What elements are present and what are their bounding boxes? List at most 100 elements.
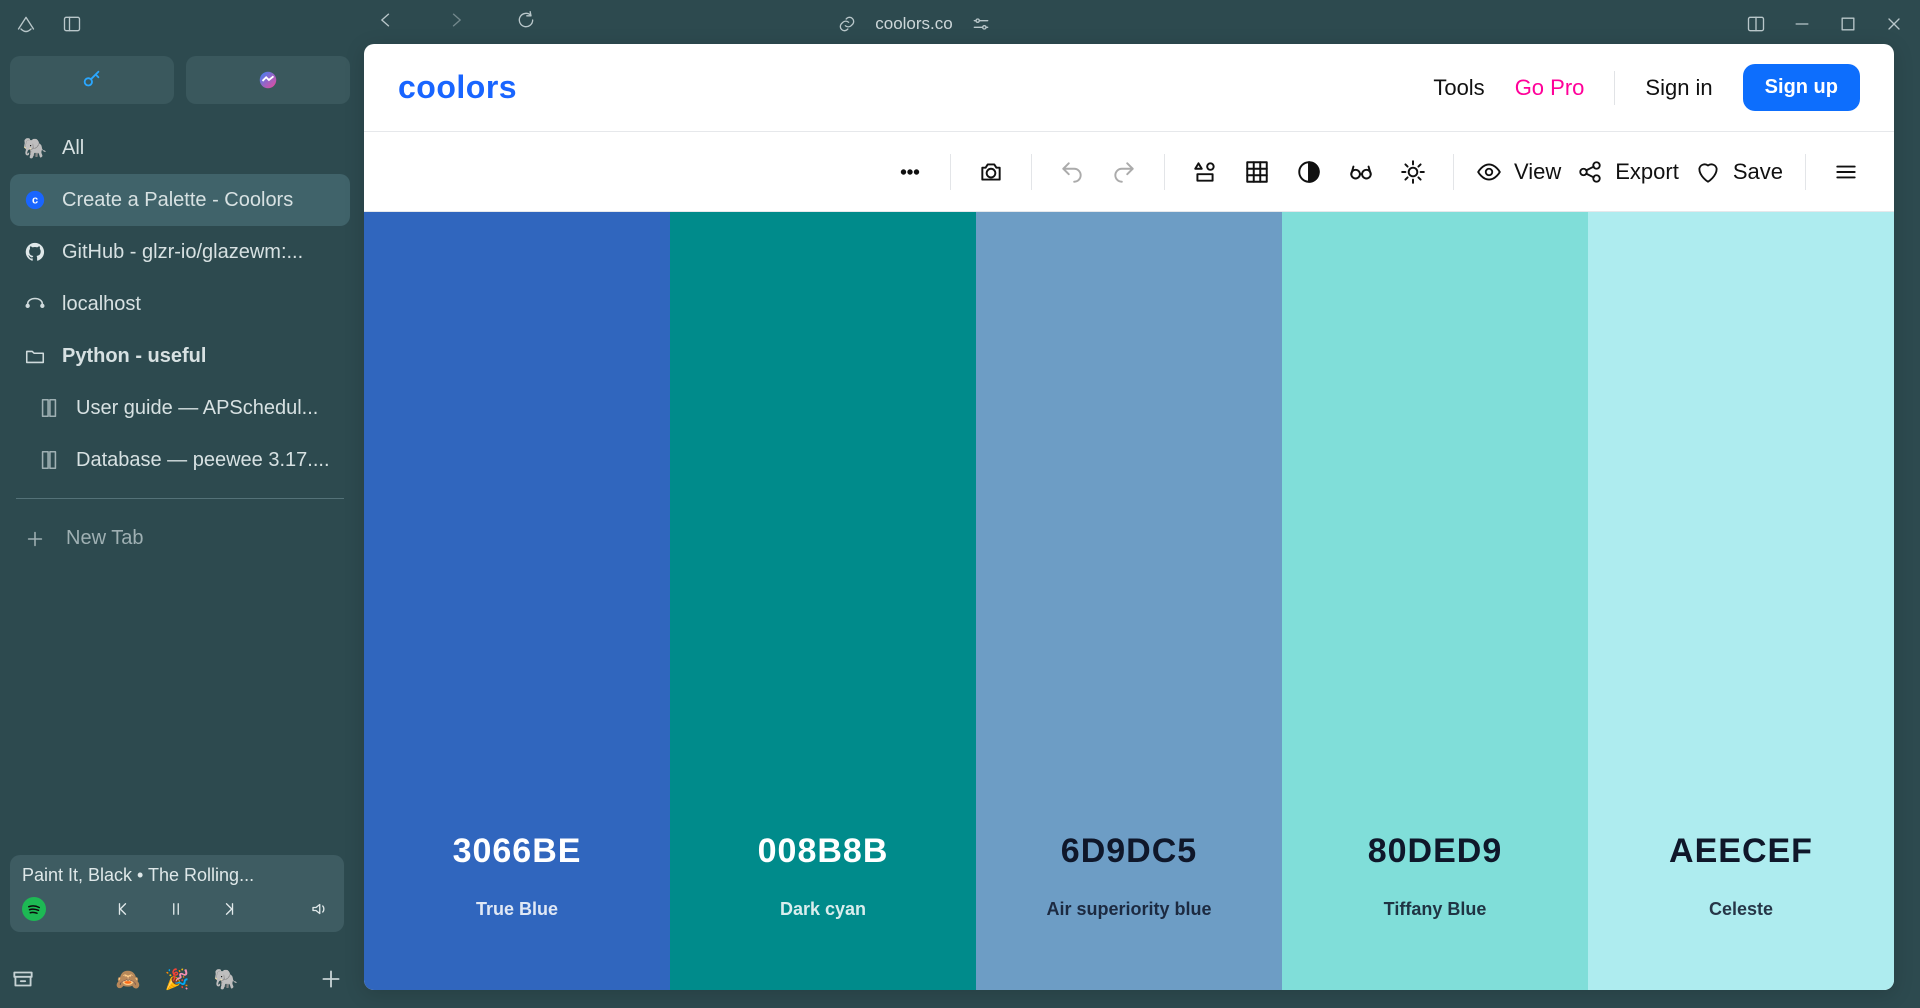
coolors-logo[interactable]: coolors (398, 69, 517, 106)
site-settings-icon[interactable] (967, 10, 995, 38)
browser-titlebar: coolors.co (0, 0, 1920, 48)
swatch-name: True Blue (476, 899, 558, 920)
tab-github[interactable]: GitHub - glzr-io/glazewm:... (10, 226, 350, 278)
window-close-icon[interactable] (1880, 10, 1908, 38)
nav-divider (1614, 71, 1615, 105)
glasses-icon[interactable] (1343, 154, 1379, 190)
app-toolbar: View Export Save (364, 132, 1894, 212)
pinned-key-pill[interactable] (10, 56, 174, 104)
page-content: coolors Tools Go Pro Sign in Sign up Vie… (364, 44, 1894, 990)
doc-icon (38, 449, 60, 471)
swatch-hex[interactable]: 3066BE (453, 832, 582, 871)
redo-icon[interactable] (1106, 154, 1142, 190)
space-emoji-3[interactable]: 🐘 (213, 967, 238, 992)
more-icon[interactable] (892, 154, 928, 190)
view-button[interactable]: View (1476, 159, 1561, 185)
address-url[interactable]: coolors.co (875, 14, 952, 34)
media-prev-icon[interactable] (111, 896, 137, 922)
spotify-icon[interactable] (22, 897, 46, 921)
localhost-icon (24, 293, 46, 315)
save-button[interactable]: Save (1695, 159, 1783, 185)
contrast-icon[interactable] (1291, 154, 1327, 190)
grid-icon[interactable] (1239, 154, 1275, 190)
swatch-name: Air superiority blue (1046, 899, 1211, 920)
space-emoji-1[interactable]: 🙈 (116, 967, 141, 992)
tab-label: Create a Palette - Coolors (62, 189, 293, 212)
nav-gopro[interactable]: Go Pro (1515, 75, 1585, 101)
menu-icon[interactable] (1828, 154, 1864, 190)
space-emoji-2[interactable]: 🎉 (165, 967, 190, 992)
view-label: View (1514, 159, 1561, 185)
sun-icon[interactable] (1395, 154, 1431, 190)
group-label: Python - useful (62, 345, 206, 368)
shapes-icon[interactable] (1187, 154, 1223, 190)
nav-back-icon[interactable] (372, 6, 400, 34)
toolbar-divider (950, 154, 951, 190)
reload-icon[interactable] (512, 6, 540, 34)
save-label: Save (1733, 159, 1783, 185)
new-tab-label: New Tab (66, 527, 143, 550)
undo-icon[interactable] (1054, 154, 1090, 190)
app-header: coolors Tools Go Pro Sign in Sign up (364, 44, 1894, 132)
media-player-widget: Paint It, Black • The Rolling... (10, 855, 344, 932)
swatch-aeecef[interactable]: AEECEF Celeste (1588, 212, 1894, 990)
arc-logo-icon[interactable] (12, 10, 40, 38)
tab-peewee[interactable]: Database — peewee 3.17.... (10, 434, 350, 486)
doc-icon (38, 397, 60, 419)
archive-icon[interactable] (10, 966, 36, 992)
toolbar-divider (1453, 154, 1454, 190)
tab-label: Database — peewee 3.17.... (76, 449, 330, 472)
swatch-hex[interactable]: 6D9DC5 (1061, 832, 1197, 871)
sidebar-toggle-icon[interactable] (58, 10, 86, 38)
tab-coolors[interactable]: c Create a Palette - Coolors (10, 174, 350, 226)
palette-row: 3066BE True Blue 008B8B Dark cyan 6D9DC5… (364, 212, 1894, 990)
all-icon: 🐘 (24, 137, 46, 159)
swatch-name: Celeste (1709, 899, 1773, 920)
site-link-icon[interactable] (833, 10, 861, 38)
pinned-messenger-pill[interactable] (186, 56, 350, 104)
toolbar-divider (1164, 154, 1165, 190)
coolors-favicon-icon: c (24, 189, 46, 211)
swatch-6d9dc5[interactable]: 6D9DC5 Air superiority blue (976, 212, 1282, 990)
export-label: Export (1615, 159, 1679, 185)
tab-label: localhost (62, 293, 141, 316)
media-volume-icon[interactable] (306, 896, 332, 922)
sidebar-item-label: All (62, 137, 84, 160)
add-space-icon[interactable] (318, 966, 344, 992)
swatch-name: Dark cyan (780, 899, 866, 920)
toolbar-divider (1805, 154, 1806, 190)
signup-button[interactable]: Sign up (1743, 64, 1860, 111)
window-maximize-icon[interactable] (1834, 10, 1862, 38)
sidebar-group-python[interactable]: Python - useful (10, 330, 350, 382)
media-title: Paint It, Black • The Rolling... (22, 865, 254, 886)
camera-icon[interactable] (973, 154, 1009, 190)
svg-text:c: c (32, 195, 38, 207)
tab-localhost[interactable]: localhost (10, 278, 350, 330)
swatch-80ded9[interactable]: 80DED9 Tiffany Blue (1282, 212, 1588, 990)
swatch-hex[interactable]: AEECEF (1669, 832, 1813, 871)
swatch-hex[interactable]: 008B8B (758, 832, 889, 871)
swatch-name: Tiffany Blue (1384, 899, 1487, 920)
tab-label: GitHub - glzr-io/glazewm:... (62, 241, 303, 264)
sidebar-divider (16, 498, 344, 499)
folder-icon (24, 345, 46, 367)
swatch-008b8b[interactable]: 008B8B Dark cyan (670, 212, 976, 990)
tab-label: User guide — APSchedul... (76, 397, 318, 420)
nav-tools[interactable]: Tools (1433, 75, 1484, 101)
sidebar-item-all[interactable]: 🐘 All (10, 122, 350, 174)
window-minimize-icon[interactable] (1788, 10, 1816, 38)
nav-signin[interactable]: Sign in (1645, 75, 1712, 101)
swatch-3066be[interactable]: 3066BE True Blue (364, 212, 670, 990)
export-button[interactable]: Export (1577, 159, 1679, 185)
nav-forward-icon[interactable] (442, 6, 470, 34)
new-tab-button[interactable]: New Tab (10, 517, 350, 560)
github-favicon-icon (24, 241, 46, 263)
split-view-icon[interactable] (1742, 10, 1770, 38)
browser-sidebar: 🐘 All c Create a Palette - Coolors GitHu… (0, 48, 360, 1008)
sidebar-bottom-bar: 🙈 🎉 🐘 (10, 966, 344, 992)
swatch-hex[interactable]: 80DED9 (1368, 832, 1503, 871)
toolbar-divider (1031, 154, 1032, 190)
media-pause-icon[interactable] (163, 896, 189, 922)
media-next-icon[interactable] (215, 896, 241, 922)
tab-apscheduler[interactable]: User guide — APSchedul... (10, 382, 350, 434)
